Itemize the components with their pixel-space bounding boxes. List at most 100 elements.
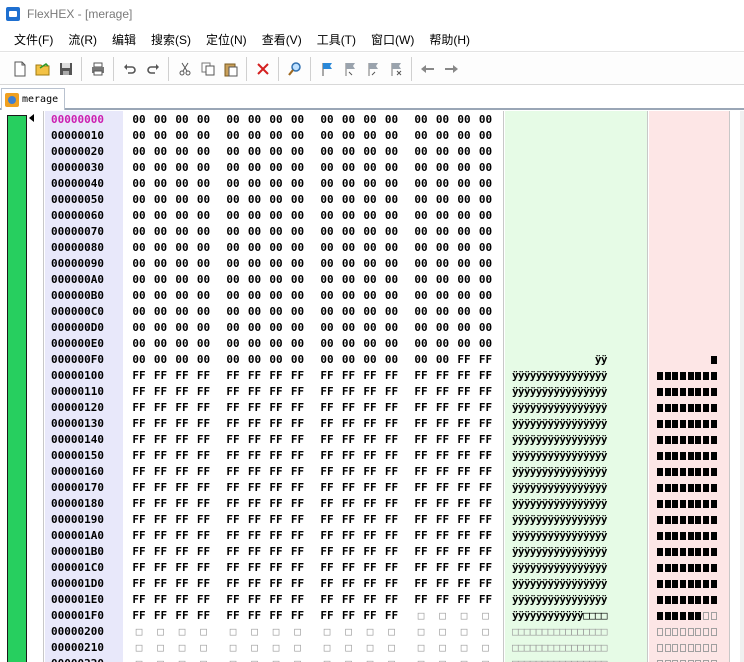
binary-blocks[interactable] — [657, 592, 719, 608]
hex-byte[interactable]: 00 — [339, 336, 359, 352]
hex-byte[interactable]: FF — [433, 480, 453, 496]
hex-byte[interactable]: 00 — [476, 272, 496, 288]
hex-byte[interactable]: □ — [129, 640, 149, 656]
hex-byte[interactable]: FF — [223, 384, 243, 400]
row-offset[interactable]: 00000160 — [51, 464, 119, 480]
hex-byte[interactable]: □ — [288, 640, 308, 656]
binary-blocks[interactable] — [657, 400, 719, 416]
row-offset[interactable]: 00000030 — [51, 160, 119, 176]
hex-byte[interactable]: 00 — [266, 304, 286, 320]
binary-blocks[interactable] — [657, 384, 719, 400]
hex-byte[interactable]: FF — [194, 560, 214, 576]
hex-byte[interactable]: 00 — [194, 208, 214, 224]
hex-byte[interactable]: FF — [151, 528, 171, 544]
hex-byte[interactable]: □ — [223, 624, 243, 640]
hex-byte[interactable]: FF — [454, 432, 474, 448]
hex-byte[interactable]: 00 — [411, 336, 431, 352]
hex-byte[interactable]: FF — [194, 384, 214, 400]
hex-byte[interactable]: FF — [223, 432, 243, 448]
hex-byte[interactable]: 00 — [266, 320, 286, 336]
hex-byte[interactable]: FF — [151, 496, 171, 512]
hex-byte[interactable]: 00 — [172, 192, 192, 208]
hex-byte[interactable]: 00 — [360, 112, 380, 128]
hex-byte[interactable]: 00 — [476, 112, 496, 128]
hex-byte[interactable]: 00 — [245, 224, 265, 240]
hex-byte[interactable]: 00 — [172, 128, 192, 144]
hex-byte[interactable]: FF — [266, 400, 286, 416]
hex-byte[interactable]: 00 — [266, 208, 286, 224]
hex-byte[interactable]: 00 — [194, 288, 214, 304]
hex-byte[interactable]: 00 — [194, 112, 214, 128]
hex-byte[interactable]: FF — [172, 448, 192, 464]
hex-byte[interactable]: 00 — [151, 304, 171, 320]
hex-byte[interactable]: 00 — [266, 240, 286, 256]
hex-byte[interactable]: 00 — [288, 352, 308, 368]
hex-byte[interactable]: FF — [151, 608, 171, 624]
hex-byte[interactable]: 00 — [151, 352, 171, 368]
hex-byte[interactable]: □ — [151, 656, 171, 662]
hex-byte[interactable]: 00 — [129, 304, 149, 320]
hex-byte[interactable]: FF — [317, 384, 337, 400]
hex-byte[interactable]: 00 — [411, 112, 431, 128]
hex-byte[interactable]: 00 — [151, 192, 171, 208]
hex-byte[interactable]: 00 — [151, 320, 171, 336]
hex-byte[interactable]: 00 — [129, 336, 149, 352]
hex-byte[interactable]: FF — [266, 368, 286, 384]
hex-byte[interactable]: 00 — [454, 224, 474, 240]
hex-byte[interactable]: 00 — [411, 240, 431, 256]
hex-byte[interactable]: □ — [382, 640, 402, 656]
row-offset[interactable]: 00000060 — [51, 208, 119, 224]
hex-byte[interactable]: □ — [288, 624, 308, 640]
hex-byte[interactable]: FF — [129, 368, 149, 384]
hex-byte[interactable]: FF — [433, 576, 453, 592]
hex-byte[interactable]: FF — [245, 480, 265, 496]
hex-byte[interactable]: FF — [245, 576, 265, 592]
hex-byte[interactable]: 00 — [223, 336, 243, 352]
menu-item-0[interactable]: 文件(F) — [8, 31, 59, 48]
row-offset[interactable]: 00000150 — [51, 448, 119, 464]
hex-byte[interactable]: 00 — [382, 272, 402, 288]
hex-byte[interactable]: FF — [382, 496, 402, 512]
hex-byte[interactable]: 00 — [129, 128, 149, 144]
menu-item-5[interactable]: 查看(V) — [256, 31, 308, 48]
cut-button[interactable] — [173, 58, 196, 80]
binary-blocks[interactable] — [657, 544, 719, 560]
row-offset[interactable]: 000001C0 — [51, 560, 119, 576]
hex-byte[interactable]: FF — [411, 480, 431, 496]
row-offset[interactable]: 00000090 — [51, 256, 119, 272]
hex-byte[interactable]: 00 — [288, 224, 308, 240]
row-offset[interactable]: 000000A0 — [51, 272, 119, 288]
hex-byte[interactable]: FF — [382, 544, 402, 560]
hex-byte[interactable]: FF — [382, 480, 402, 496]
hex-byte[interactable]: FF — [433, 400, 453, 416]
hex-byte[interactable]: FF — [194, 592, 214, 608]
hex-byte[interactable]: □ — [194, 624, 214, 640]
hex-byte[interactable]: 00 — [172, 352, 192, 368]
hex-byte[interactable]: □ — [411, 624, 431, 640]
hex-byte[interactable]: □ — [339, 624, 359, 640]
hex-byte[interactable]: FF — [129, 576, 149, 592]
hex-byte[interactable]: 00 — [151, 336, 171, 352]
binary-blocks[interactable] — [657, 576, 719, 592]
hex-byte[interactable]: 00 — [476, 208, 496, 224]
hex-byte[interactable]: 00 — [223, 288, 243, 304]
hex-byte[interactable]: FF — [339, 608, 359, 624]
hex-byte[interactable]: □ — [433, 608, 453, 624]
hex-byte[interactable]: FF — [476, 576, 496, 592]
hex-byte[interactable]: FF — [433, 512, 453, 528]
hex-byte[interactable]: FF — [360, 528, 380, 544]
hex-byte[interactable]: FF — [129, 432, 149, 448]
hex-byte[interactable]: FF — [223, 400, 243, 416]
file-map-bar[interactable] — [7, 115, 27, 662]
hex-byte[interactable]: FF — [288, 560, 308, 576]
hex-byte[interactable]: 00 — [317, 160, 337, 176]
binary-blocks[interactable] — [657, 416, 719, 432]
ascii-text[interactable]: ÿÿÿÿÿÿÿÿÿÿÿÿÿÿÿÿ — [512, 464, 607, 480]
hex-byte[interactable]: FF — [454, 416, 474, 432]
hex-byte[interactable]: 00 — [382, 224, 402, 240]
hex-byte[interactable]: 00 — [317, 224, 337, 240]
hex-byte[interactable]: FF — [476, 416, 496, 432]
hex-byte[interactable]: 00 — [433, 192, 453, 208]
hex-byte[interactable]: 00 — [245, 288, 265, 304]
hex-byte[interactable]: FF — [339, 480, 359, 496]
